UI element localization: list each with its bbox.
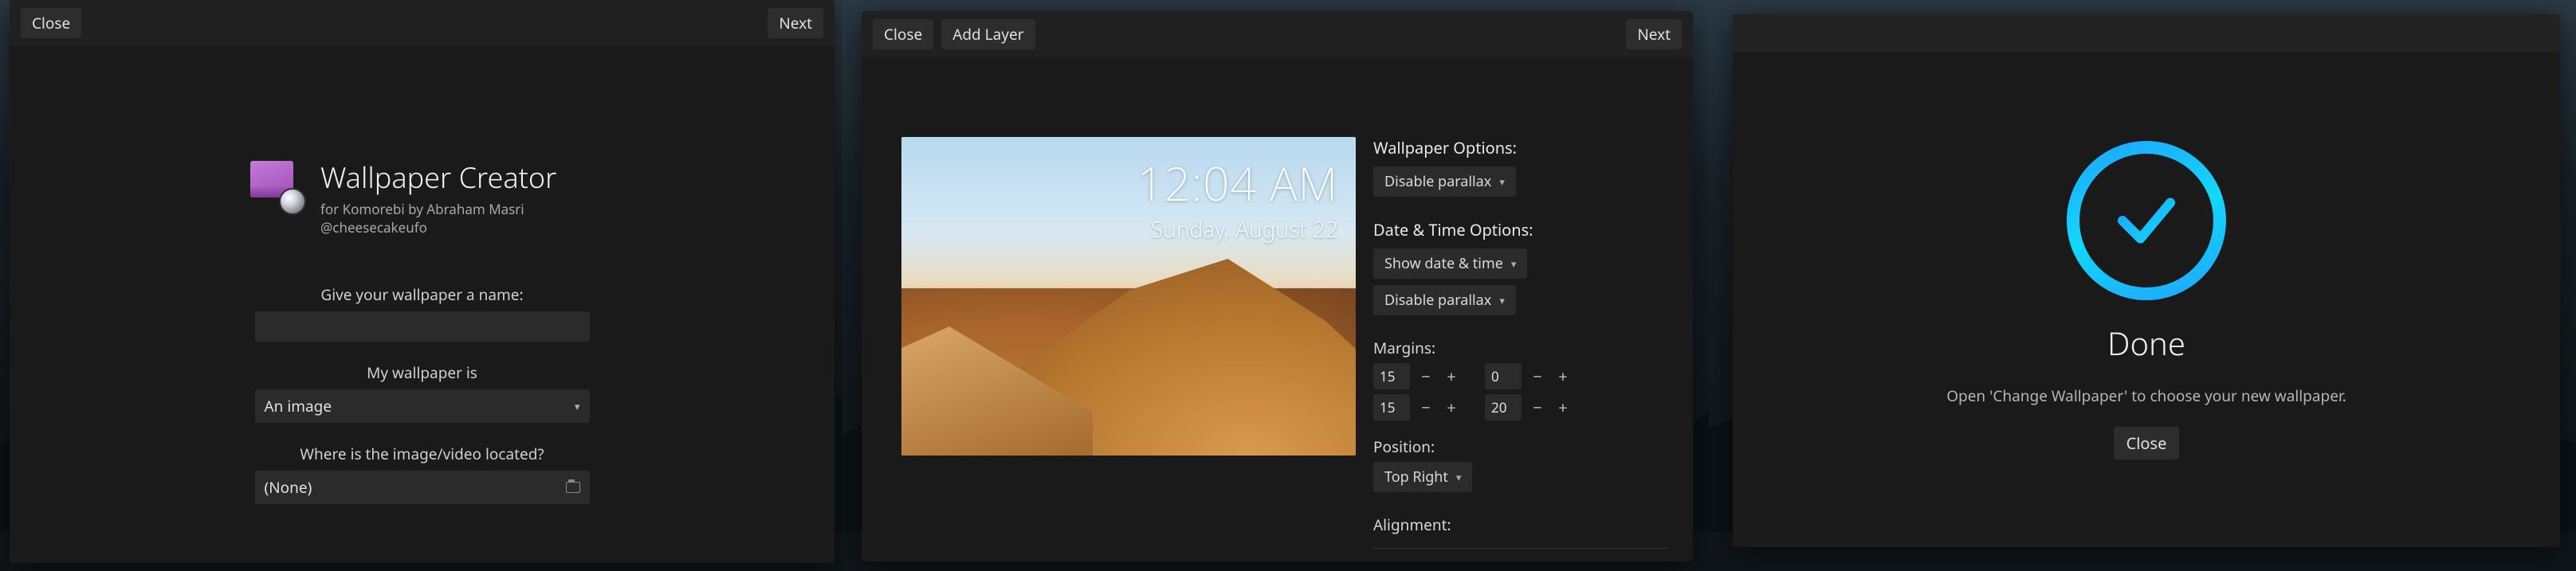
margin-d-input[interactable] (1485, 394, 1522, 420)
next-button[interactable]: Next (1626, 19, 1682, 49)
datetime-parallax-select[interactable]: Disable parallax ▾ (1373, 285, 1516, 315)
add-layer-button[interactable]: Add Layer (941, 19, 1035, 49)
dialog-body: Wallpaper Creator for Komorebi by Abraha… (10, 46, 834, 504)
dialog-topbar (1733, 14, 2560, 53)
wallpaper-type-select[interactable]: An image ▾ (255, 389, 590, 423)
chevron-down-icon: ▾ (575, 399, 580, 413)
wizard-step-3: Done Open 'Change Wallpaper' to choose y… (1709, 0, 2576, 571)
datetime-show-value: Show date & time (1384, 254, 1503, 273)
close-button[interactable]: Close (873, 19, 933, 49)
options-column: Wallpaper Options: Disable parallax ▾ Da… (1373, 137, 1669, 565)
wallpaper-creator-icon (249, 158, 306, 215)
datetime-options-heading: Date & Time Options: (1373, 219, 1669, 241)
alignment-label: Alignment: (1373, 514, 1669, 535)
dialog-body: Done Open 'Change Wallpaper' to choose y… (1733, 53, 2560, 547)
dialog-topbar: Close Next (10, 0, 834, 46)
close-button[interactable]: Close (2114, 427, 2180, 460)
plus-icon[interactable]: + (1442, 398, 1461, 417)
wallpaper-parallax-select[interactable]: Disable parallax ▾ (1373, 166, 1516, 197)
chevron-down-icon: ▾ (1499, 174, 1505, 189)
success-check-icon (2067, 141, 2226, 300)
minus-icon[interactable]: − (1416, 398, 1435, 417)
margin-c-input[interactable] (1373, 394, 1410, 420)
name-caption: Give your wallpaper a name: (249, 284, 595, 305)
dialog-body: 12:04 AM Sunday, August 22 Wallpaper Opt… (862, 57, 1693, 571)
position-value: Top Right (1384, 467, 1448, 487)
next-button[interactable]: Next (768, 8, 823, 38)
preview-clock: 12:04 AM Sunday, August 22 (1137, 151, 1338, 244)
options-dialog: Close Add Layer Next 12:04 AM Sunday, Au… (862, 11, 1693, 561)
dialog-topbar: Close Add Layer Next (862, 11, 1693, 57)
preview-date: Sunday, August 22 (1137, 214, 1338, 244)
location-caption: Where is the image/video located? (249, 444, 595, 464)
datetime-parallax-value: Disable parallax (1384, 291, 1491, 310)
wallpaper-name-input[interactable] (255, 311, 590, 342)
done-subtitle: Open 'Change Wallpaper' to choose your n… (1946, 385, 2346, 406)
margins-label: Margins: (1373, 338, 1669, 358)
wallpaper-type-value: An image (265, 396, 332, 417)
done-dialog: Done Open 'Change Wallpaper' to choose y… (1733, 14, 2560, 547)
wallpaper-parallax-value: Disable parallax (1384, 172, 1491, 191)
wallpaper-options-heading: Wallpaper Options: (1373, 137, 1669, 158)
margin-b-stepper[interactable]: − + (1485, 363, 1573, 389)
app-subtitle: for Komorebi by Abraham Masri @cheesecak… (320, 200, 595, 237)
minus-icon[interactable]: − (1416, 367, 1435, 386)
position-label: Position: (1373, 436, 1669, 457)
minus-icon[interactable]: − (1528, 398, 1547, 417)
chevron-down-icon: ▾ (1456, 470, 1462, 484)
margin-a-input[interactable] (1373, 363, 1410, 389)
plus-icon[interactable]: + (1553, 398, 1573, 417)
plus-icon[interactable]: + (1442, 367, 1461, 386)
close-button[interactable]: Close (21, 8, 81, 38)
margin-d-stepper[interactable]: − + (1485, 394, 1573, 420)
margin-c-stepper[interactable]: − + (1373, 394, 1461, 420)
chevron-down-icon: ▾ (1499, 293, 1505, 307)
datetime-show-select[interactable]: Show date & time ▾ (1373, 248, 1527, 279)
divider (1373, 548, 1669, 549)
wallpaper-preview: 12:04 AM Sunday, August 22 (901, 137, 1356, 456)
chevron-down-icon: ▾ (1511, 256, 1517, 271)
position-select[interactable]: Top Right ▾ (1373, 462, 1472, 492)
preview-time: 12:04 AM (1137, 151, 1338, 214)
creator-dialog: Close Next Wallpaper Creator for Komoreb… (10, 0, 834, 563)
done-title: Done (2107, 321, 2185, 365)
title-block: Wallpaper Creator for Komorebi by Abraha… (320, 158, 595, 237)
app-title: Wallpaper Creator (320, 158, 595, 197)
wizard-step-2: Close Add Layer Next 12:04 AM Sunday, Au… (842, 0, 1709, 571)
folder-icon (566, 482, 580, 493)
wizard-step-1: Close Next Wallpaper Creator for Komoreb… (0, 0, 842, 571)
minus-icon[interactable]: − (1528, 367, 1547, 386)
margin-a-stepper[interactable]: − + (1373, 363, 1461, 389)
wallpaper-location-value: (None) (265, 477, 312, 498)
type-caption: My wallpaper is (249, 362, 595, 383)
margin-b-input[interactable] (1485, 363, 1522, 389)
plus-icon[interactable]: + (1553, 367, 1573, 386)
hero: Wallpaper Creator for Komorebi by Abraha… (249, 158, 595, 237)
wallpaper-location-picker[interactable]: (None) (255, 471, 590, 504)
